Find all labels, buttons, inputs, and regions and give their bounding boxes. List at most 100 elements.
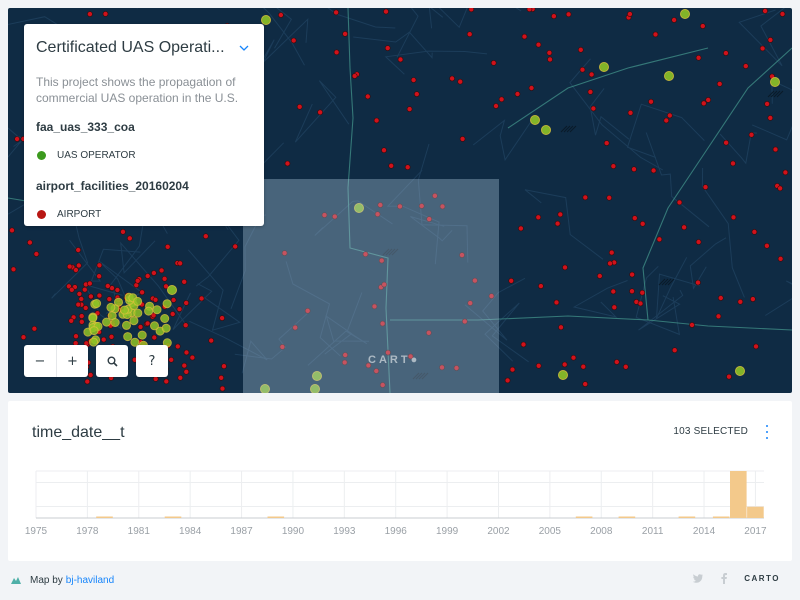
author-link[interactable]: bj-haviland xyxy=(66,575,114,586)
county-border xyxy=(765,280,792,316)
county-border xyxy=(689,237,727,290)
airport-marker xyxy=(753,343,759,350)
airport-marker xyxy=(14,136,20,142)
airport-marker xyxy=(587,89,594,95)
airport-marker xyxy=(777,256,784,262)
county-border xyxy=(472,115,536,162)
county-border xyxy=(187,249,241,331)
airport-marker xyxy=(779,11,786,17)
uas-operator-marker xyxy=(735,366,745,376)
histogram-chart[interactable]: 1975 1978 1981 1984 1987 1990 1993 1996 1999 2002… xyxy=(8,401,792,561)
city-hatch xyxy=(563,125,571,133)
state-border xyxy=(642,47,792,321)
county-border xyxy=(626,103,705,158)
city-hatch xyxy=(566,125,574,133)
airport-marker xyxy=(681,224,687,231)
footer: Map by bj-haviland CARTO xyxy=(0,568,800,592)
airport-marker xyxy=(613,359,620,365)
city-hatch xyxy=(661,278,669,286)
carto-watermark: CART● xyxy=(368,354,418,366)
airport-marker xyxy=(608,249,615,256)
twitter-icon[interactable] xyxy=(692,572,704,584)
airport-marker xyxy=(9,227,15,234)
airport-marker xyxy=(730,160,736,167)
airport-marker xyxy=(580,363,587,370)
footer-right: CARTO xyxy=(692,572,780,584)
x-tick-label: 2011 xyxy=(642,526,664,537)
airport-marker xyxy=(373,117,380,124)
airport-marker xyxy=(520,341,527,348)
airport-marker xyxy=(627,110,634,116)
uas-operator-marker xyxy=(261,15,271,25)
airport-marker xyxy=(169,311,176,317)
uas-operator-marker xyxy=(161,323,171,333)
airport-marker xyxy=(183,349,190,356)
x-tick-label: 2017 xyxy=(744,526,767,537)
airport-marker xyxy=(553,299,560,306)
zoom-out-button[interactable]: − xyxy=(24,345,56,377)
airport-marker xyxy=(406,106,413,112)
x-tick-label: 2014 xyxy=(693,526,716,537)
green-dot-icon xyxy=(37,151,46,160)
zoom-group: − + xyxy=(24,345,88,377)
airport-marker xyxy=(177,260,183,267)
county-border xyxy=(384,50,488,75)
airport-marker xyxy=(730,214,737,221)
airport-marker xyxy=(404,164,411,170)
uas-operator-marker xyxy=(129,316,139,326)
airport-marker xyxy=(198,295,205,302)
airport-marker xyxy=(547,56,553,63)
airport-marker xyxy=(493,103,499,109)
airport-marker xyxy=(637,300,644,307)
airport-marker xyxy=(648,98,654,105)
airport-marker xyxy=(705,97,712,103)
airport-marker xyxy=(514,91,521,97)
uas-operator-marker xyxy=(133,296,143,306)
uas-operator-marker xyxy=(92,299,102,308)
airport-marker xyxy=(518,225,524,232)
airport-marker xyxy=(558,324,564,331)
airport-marker xyxy=(689,322,695,328)
city-hatch xyxy=(569,125,577,133)
uas-operator-marker xyxy=(541,125,551,135)
airport-marker xyxy=(27,239,33,246)
airport-marker xyxy=(218,374,224,381)
search-button[interactable] xyxy=(96,345,128,377)
map-by-label: Map by xyxy=(30,574,63,586)
airport-marker xyxy=(397,56,404,63)
airport-marker xyxy=(459,136,466,142)
airport-marker xyxy=(87,11,93,17)
county-border xyxy=(738,8,786,67)
airport-marker xyxy=(127,235,133,242)
airport-marker xyxy=(639,289,646,296)
uas-operator-marker xyxy=(137,330,147,340)
airport-marker xyxy=(31,325,38,332)
airport-marker xyxy=(76,262,82,269)
airport-marker xyxy=(767,37,774,43)
airport-marker xyxy=(232,243,238,250)
airport-marker xyxy=(777,185,783,192)
airport-marker xyxy=(177,374,184,381)
airport-marker xyxy=(666,112,673,119)
histogram-bar xyxy=(267,516,285,518)
x-tick-label: 1990 xyxy=(282,526,305,537)
help-button[interactable]: ? xyxy=(136,345,168,377)
airport-marker xyxy=(290,37,297,44)
airport-marker xyxy=(695,279,701,286)
map-logo-icon xyxy=(11,577,21,584)
layer-name: airport_facilities_20160204 xyxy=(36,179,189,193)
airport-marker xyxy=(579,66,586,73)
carto-logo[interactable]: CARTO xyxy=(744,574,780,583)
airport-marker xyxy=(498,96,505,103)
airport-marker xyxy=(535,41,542,48)
airport-marker xyxy=(317,109,323,116)
chevron-down-icon[interactable] xyxy=(236,40,252,56)
facebook-icon[interactable] xyxy=(718,572,730,584)
zoom-in-button[interactable]: + xyxy=(56,345,88,377)
airport-marker xyxy=(772,146,779,153)
airport-marker xyxy=(782,169,789,176)
airport-marker xyxy=(144,320,151,327)
histogram-bar xyxy=(747,506,764,518)
uas-operator-marker xyxy=(530,115,540,125)
time-series-widget: time_date__t 103 SELECTED 1975 1978 1981 19… xyxy=(8,401,792,561)
